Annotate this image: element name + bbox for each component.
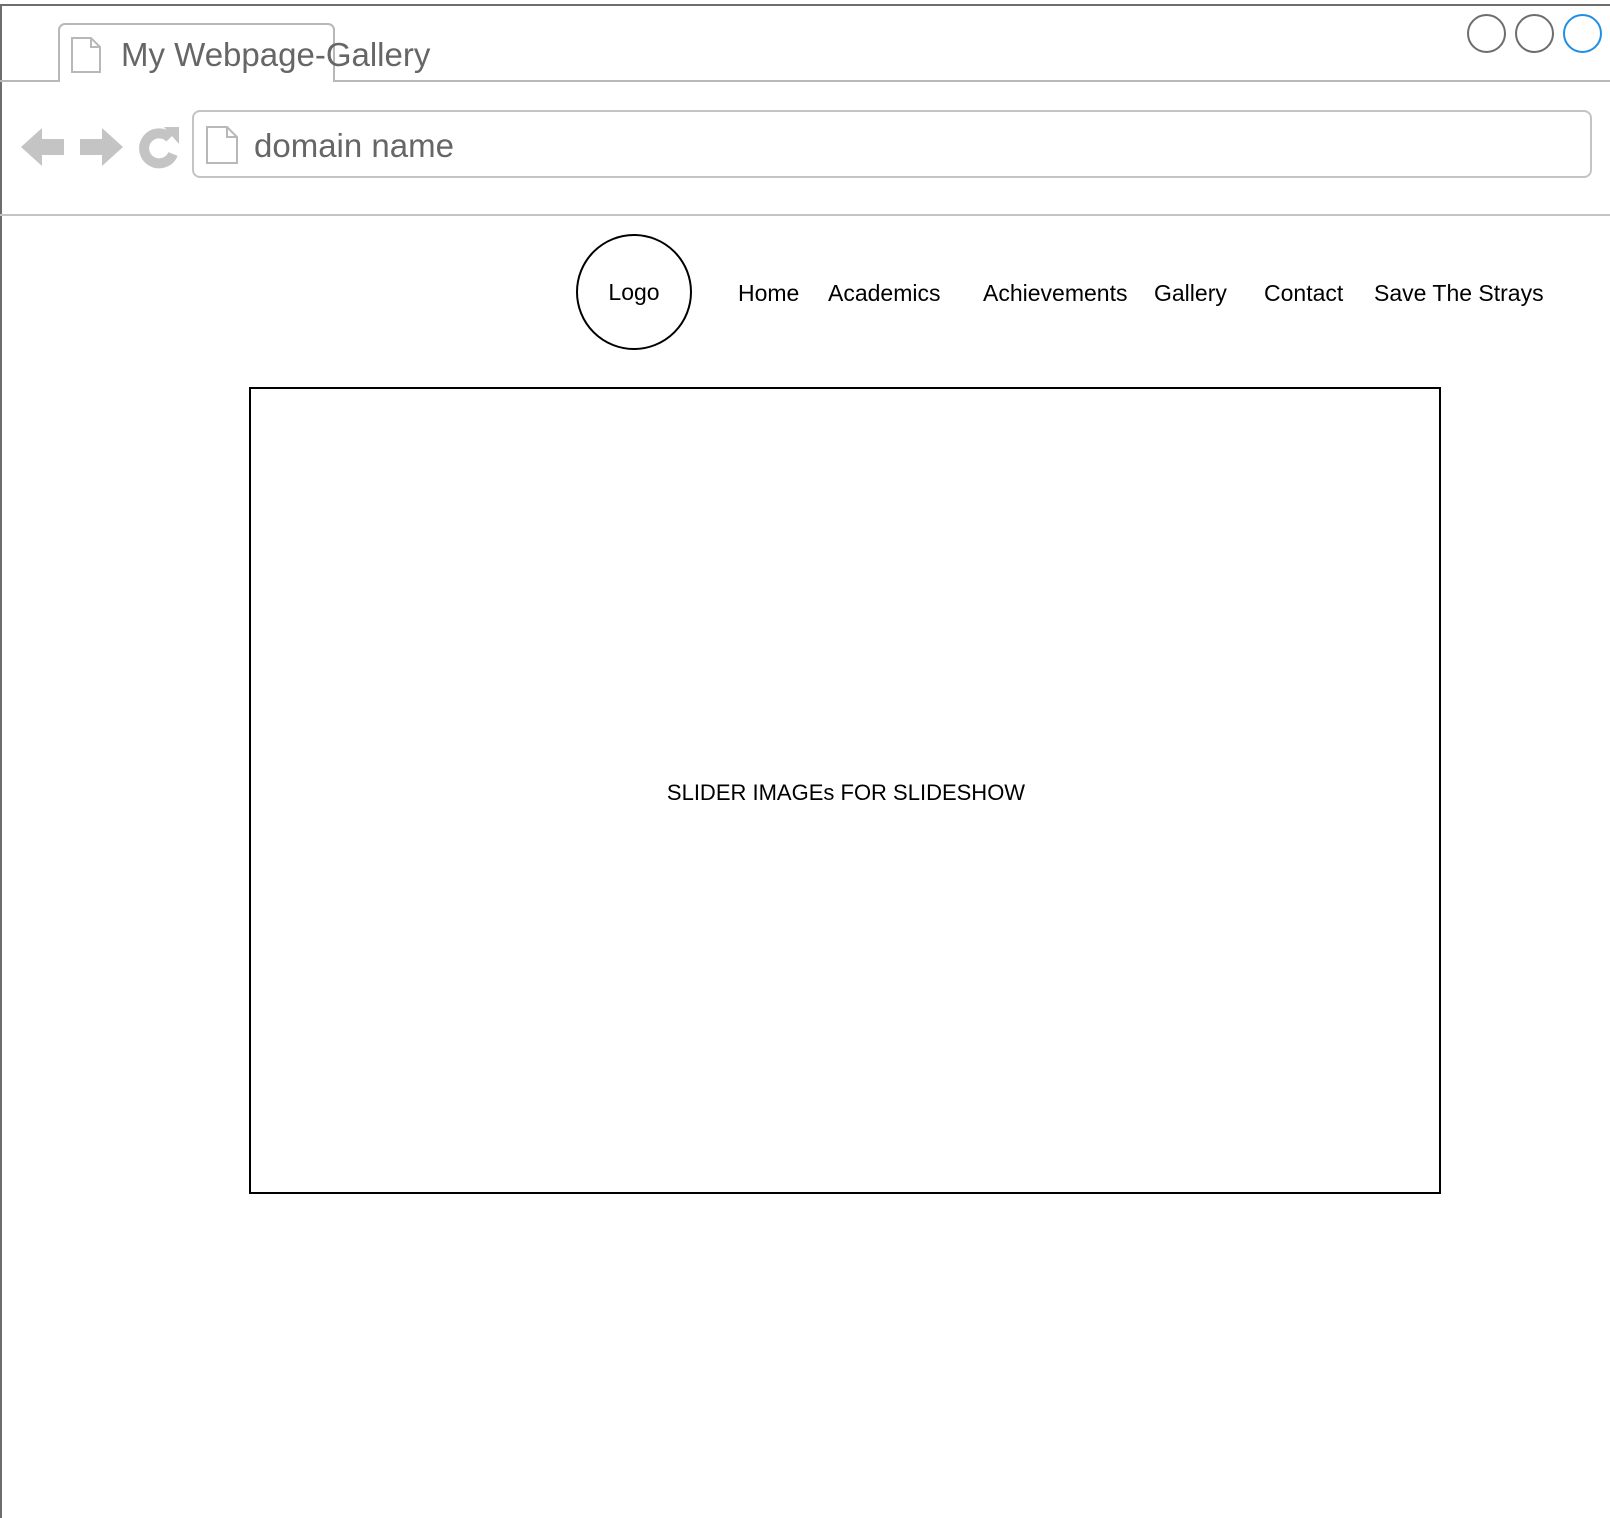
nav-link-academics[interactable]: Academics [828,278,940,308]
browser-window: My Webpage-Gallery domain name Logo Home… [0,0,1610,1518]
nav-link-home[interactable]: Home [738,278,799,308]
tab-strip-line [335,80,1610,82]
slider-placeholder-text: SLIDER IMAGEs FOR SLIDESHOW [666,779,1026,805]
nav-link-achievements[interactable]: Achievements [983,278,1127,308]
window-frame-top [0,4,1610,6]
toolbar-divider [0,214,1610,216]
tab-strip-line [0,80,59,82]
tab-title: My Webpage-Gallery [121,36,431,73]
window-minimize-button[interactable] [1467,14,1506,53]
window-maximize-button[interactable] [1515,14,1554,53]
window-frame-left [0,4,2,1518]
nav-link-save-the-strays[interactable]: Save The Strays [1374,278,1544,308]
reload-icon[interactable] [136,124,182,170]
site-logo[interactable]: Logo [576,234,692,350]
forward-arrow-icon[interactable] [78,124,124,170]
nav-link-contact[interactable]: Contact [1264,278,1343,308]
address-input-text[interactable]: domain name [254,123,454,169]
document-icon [71,37,101,73]
document-icon [206,126,238,164]
nav-link-gallery[interactable]: Gallery [1154,278,1227,308]
window-close-button[interactable] [1563,14,1602,53]
image-slider[interactable]: SLIDER IMAGEs FOR SLIDESHOW [249,387,1441,1194]
back-arrow-icon[interactable] [20,124,66,170]
